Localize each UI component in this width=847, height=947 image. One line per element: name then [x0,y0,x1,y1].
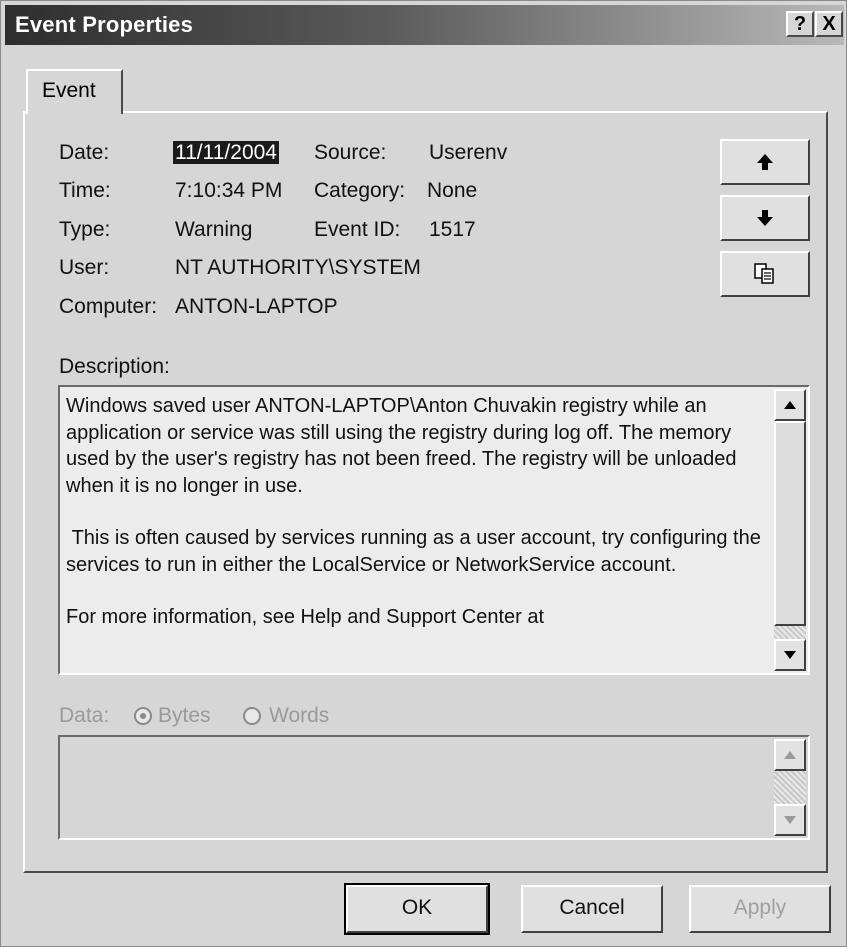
event-properties-dialog: Event Properties ? X Event Date: Time: T… [0,0,847,947]
description-text: Windows saved user ANTON-LAPTOP\Anton Ch… [66,393,774,657]
event-id-label: Event ID: [314,218,401,241]
description-paragraph: This is often caused by services running… [66,527,767,576]
date-label: Date: [59,141,110,164]
words-label: Words [269,704,330,727]
category-label: Category: [314,179,406,202]
ok-button[interactable]: OK [344,883,490,935]
scroll-thumb[interactable] [774,421,806,626]
description-scrollbar[interactable] [774,389,806,671]
arrow-up-icon [757,154,773,170]
time-label: Time: [59,179,111,202]
cancel-button[interactable]: Cancel [521,885,663,933]
data-scroll-down-button[interactable] [774,804,806,836]
description-paragraph: Windows saved user ANTON-LAPTOP\Anton Ch… [66,395,737,497]
computer-label: Computer: [59,295,158,318]
user-label: User: [59,256,110,279]
bytes-radio[interactable] [134,707,152,725]
user-value: NT AUTHORITY\SYSTEM [175,256,421,279]
data-textbox[interactable] [58,735,810,840]
help-button[interactable]: ? [786,11,814,37]
computer-value: ANTON-LAPTOP [175,295,338,318]
data-label: Data: [59,704,110,727]
scroll-down-arrow-icon [784,651,796,659]
scroll-down-arrow-icon [784,816,796,824]
data-scrollbar[interactable] [774,739,806,836]
window-title: Event Properties [15,12,194,37]
data-scroll-track[interactable] [774,771,806,806]
close-button[interactable]: X [815,11,843,37]
arrow-down-icon [757,210,773,226]
title-bar[interactable]: Event Properties ? X [5,5,844,45]
type-label: Type: [59,218,111,241]
scroll-down-button[interactable] [774,639,806,671]
tab-event-label: Event [42,79,96,102]
description-paragraph: For more information, see Help and Suppo… [66,606,545,628]
next-event-button[interactable] [720,195,810,241]
previous-event-button[interactable] [720,139,810,185]
copy-icon [754,263,774,284]
description-label: Description: [59,355,170,378]
source-label: Source: [314,141,387,164]
copy-to-clipboard-button[interactable] [720,251,810,297]
scroll-up-arrow-icon [784,401,796,409]
words-radio[interactable] [243,707,261,725]
data-scroll-up-button[interactable] [774,739,806,771]
type-value: Warning [175,218,253,241]
date-value[interactable]: 11/11/2004 [173,141,279,165]
event-id-value: 1517 [429,218,476,241]
scroll-up-button[interactable] [774,389,806,421]
category-value: None [427,179,478,202]
apply-button[interactable]: Apply [689,885,831,933]
time-value: 7:10:34 PM [175,179,283,202]
tab-event[interactable]: Event [26,69,123,114]
description-textbox[interactable]: Windows saved user ANTON-LAPTOP\Anton Ch… [58,385,810,675]
bytes-label: Bytes [158,704,211,727]
scroll-up-arrow-icon [784,751,796,759]
source-value: Userenv [429,141,508,164]
